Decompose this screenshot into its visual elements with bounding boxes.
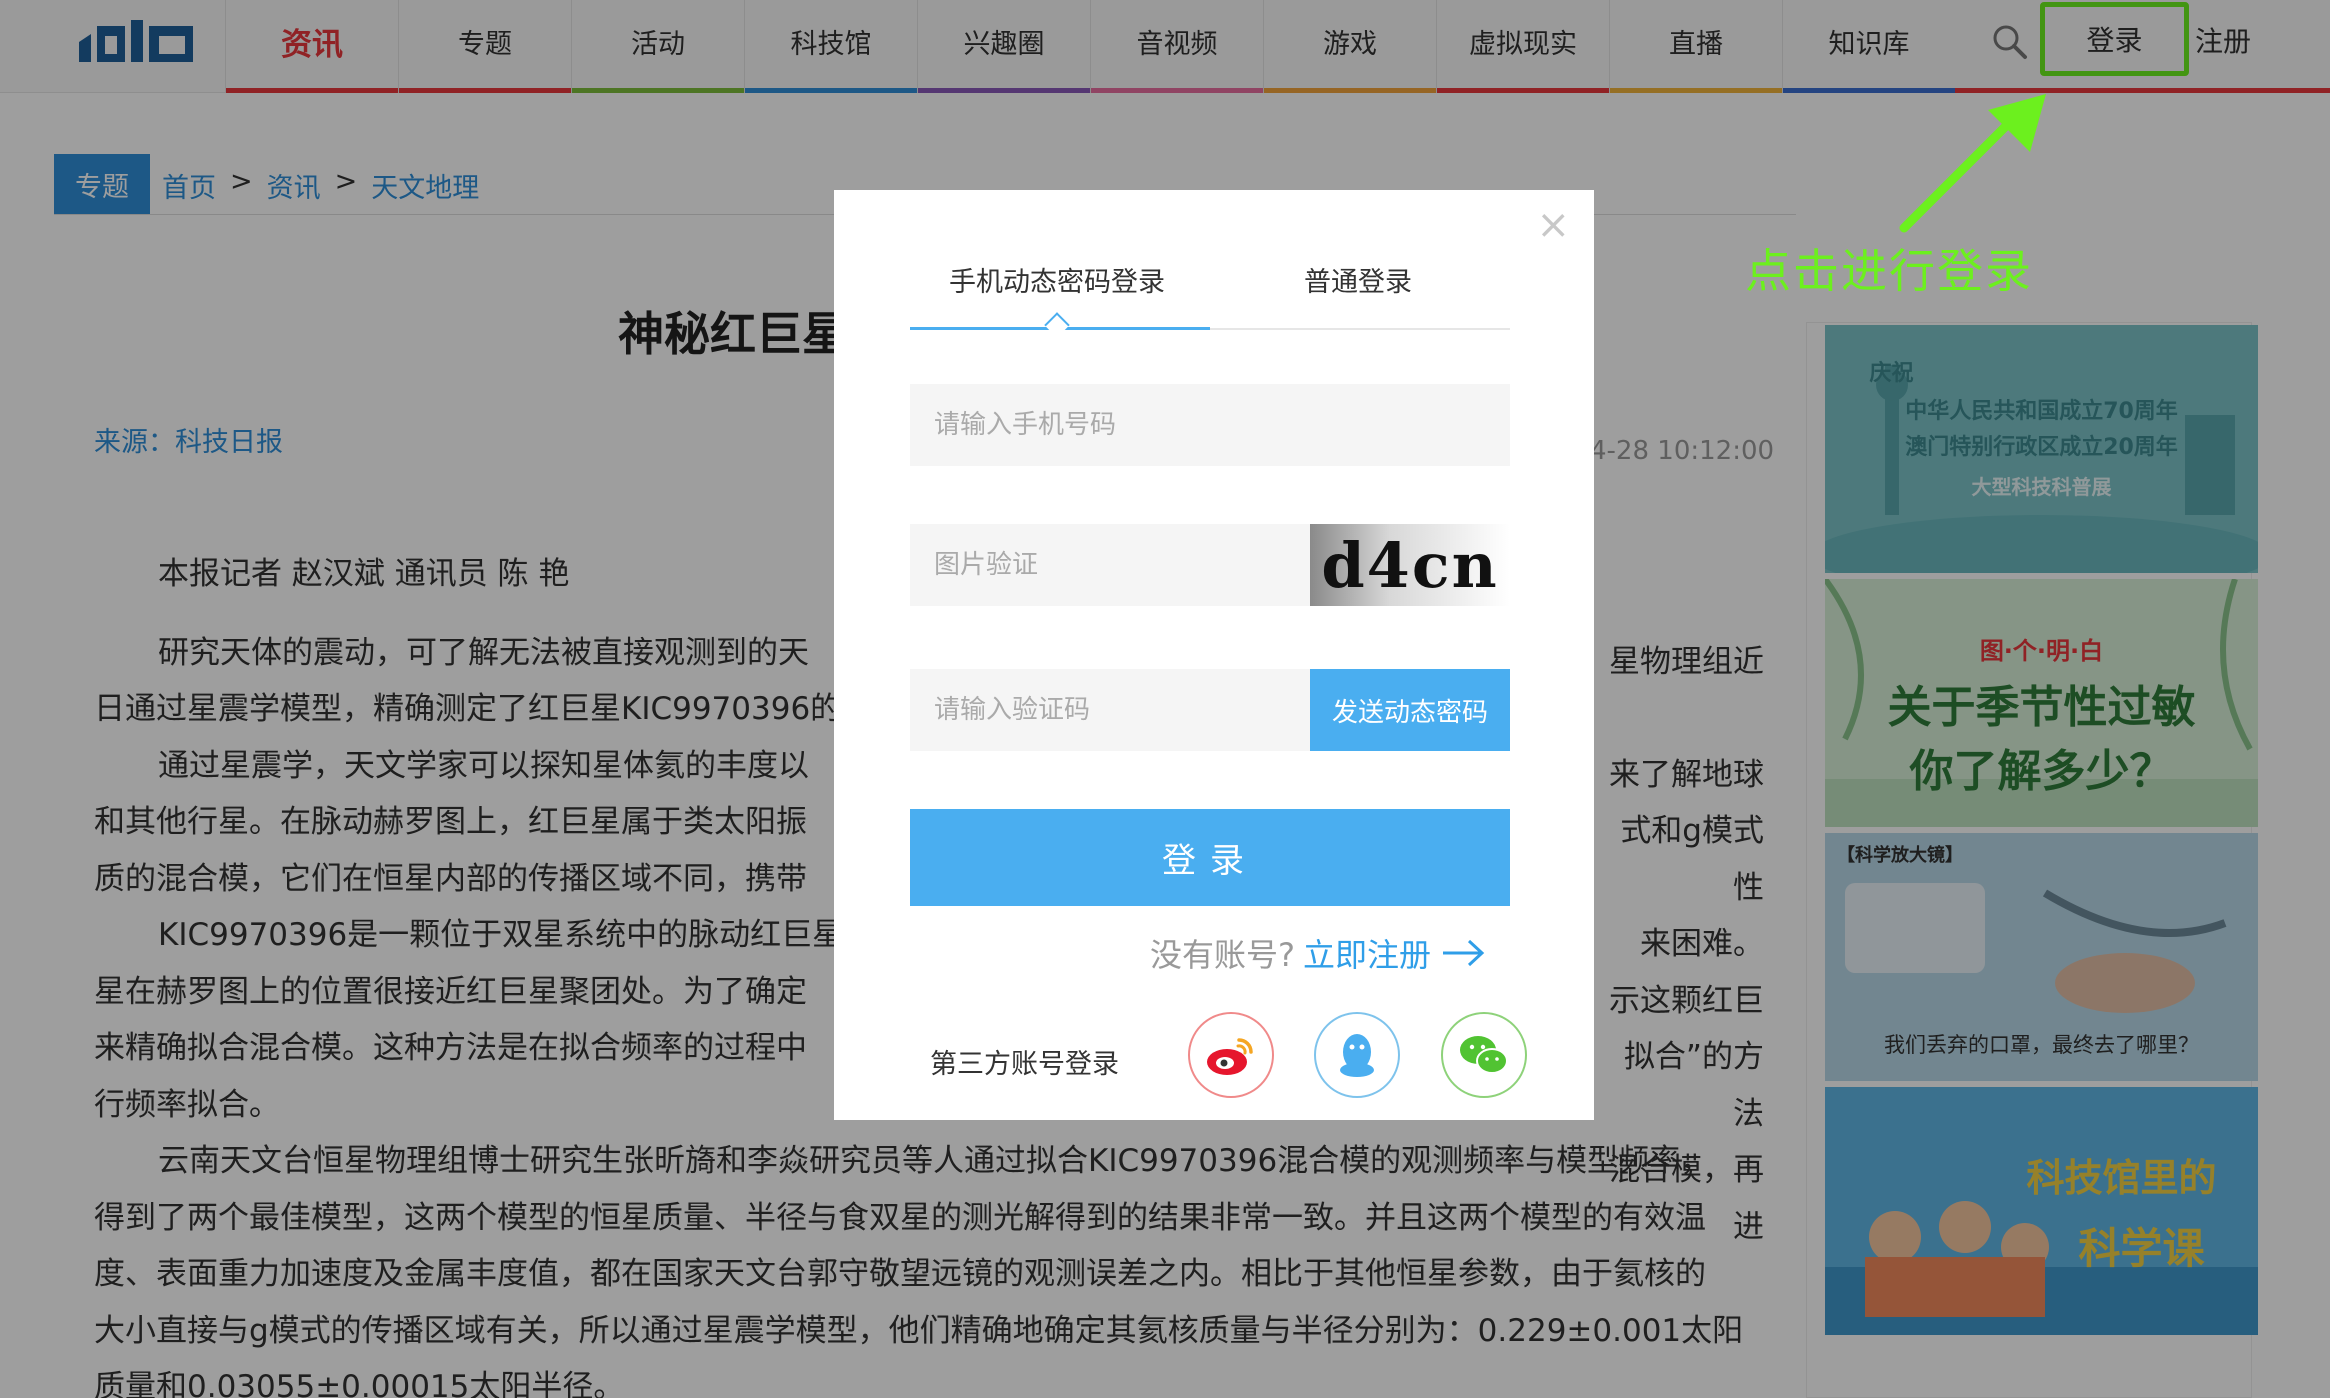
no-account-text: 没有账号? — [1150, 936, 1295, 974]
no-account-prompt: 没有账号? 立即注册 — [1150, 930, 1487, 976]
phone-input[interactable] — [910, 384, 1510, 466]
arrow-right-icon — [1443, 939, 1485, 967]
register-now-label: 立即注册 — [1303, 936, 1432, 974]
captcha-input[interactable] — [910, 524, 1310, 606]
qq-icon — [1340, 1034, 1374, 1077]
register-now-link[interactable]: 立即注册 — [1303, 930, 1487, 976]
login-button[interactable]: 登录 — [910, 809, 1510, 906]
tab-caret-icon — [1044, 312, 1070, 338]
weibo-icon — [1207, 1038, 1253, 1075]
annotation-text: 点击进行登录 — [1745, 244, 2033, 298]
wechat-login-button[interactable] — [1441, 1012, 1527, 1098]
send-code-button[interactable]: 发送动态密码 — [1310, 669, 1510, 751]
qq-login-button[interactable] — [1314, 1012, 1400, 1098]
tab-sms-login[interactable]: 手机动态密码登录 — [949, 260, 1165, 299]
login-modal: × 手机动态密码登录 普通登录 d4cn 发送动态密码 登录 没有账号? 立即注… — [834, 190, 1594, 1120]
wechat-icon — [1460, 1036, 1508, 1074]
captcha-image[interactable]: d4cn — [1310, 524, 1510, 606]
close-icon[interactable]: × — [1536, 202, 1570, 248]
weibo-login-button[interactable] — [1188, 1012, 1274, 1098]
third-party-label: 第三方账号登录 — [930, 1049, 1119, 1080]
verification-code-input[interactable] — [910, 669, 1310, 751]
annotation-arrow-icon — [1899, 94, 2046, 233]
tab-normal-login[interactable]: 普通登录 — [1304, 260, 1412, 299]
